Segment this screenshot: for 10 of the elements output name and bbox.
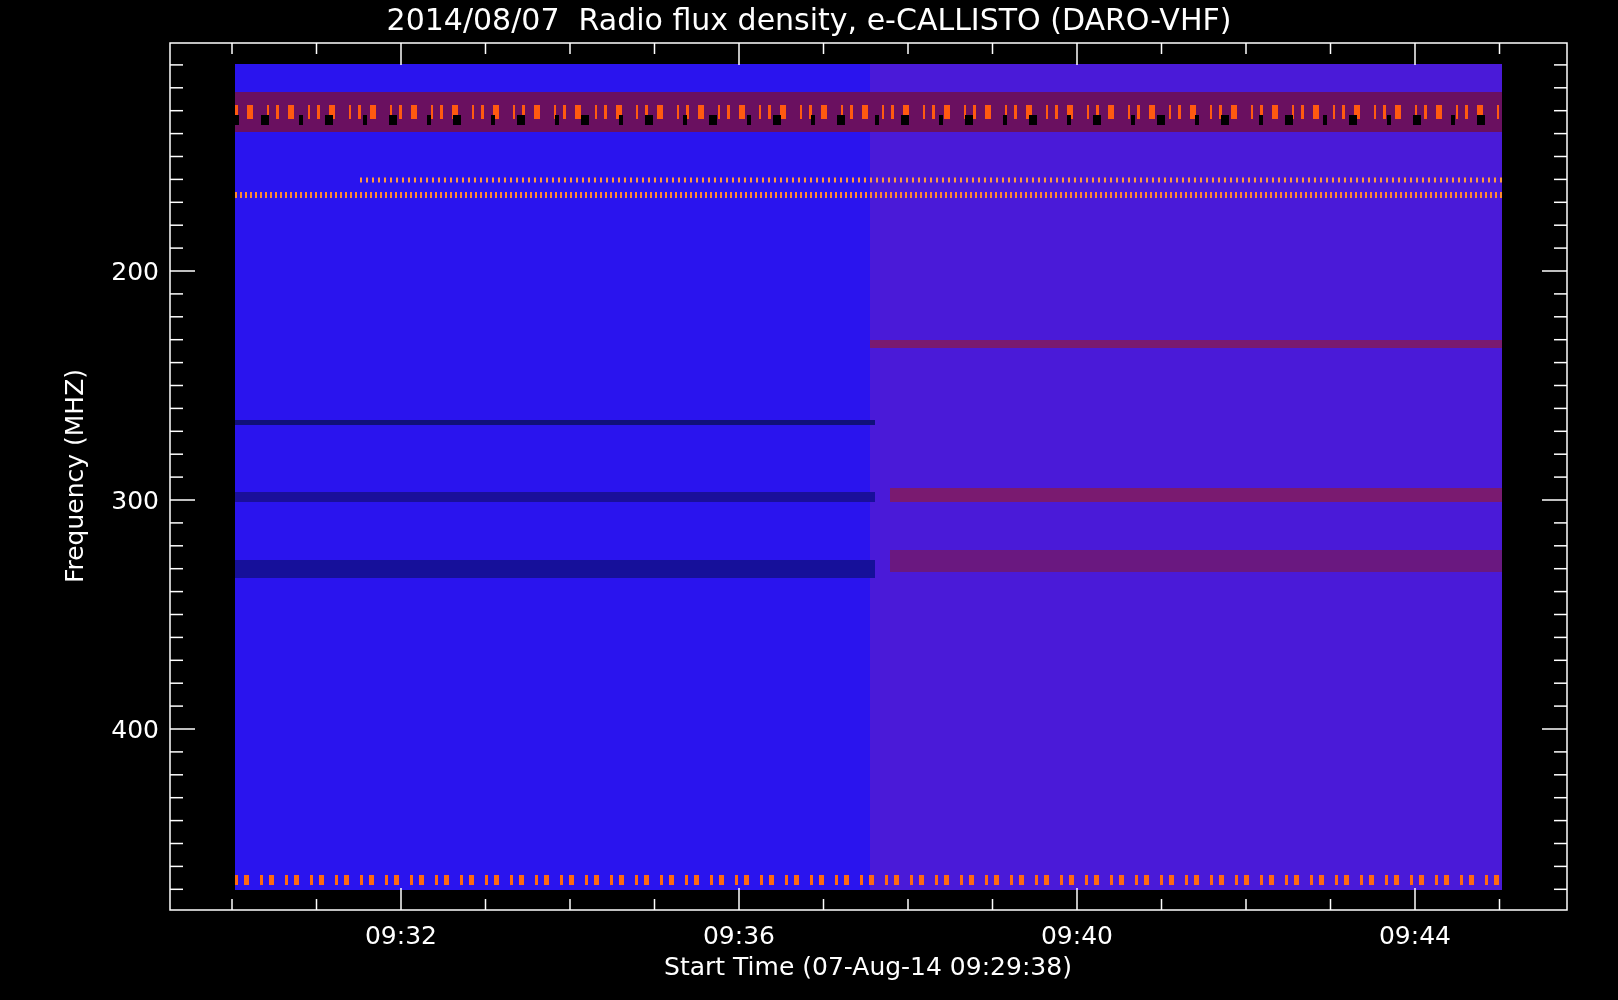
axis-title: Frequency (MHZ) bbox=[60, 368, 89, 584]
chart-title: 2014/08/07 Radio flux density, e-CALLISTO (DARO-VHF) bbox=[386, 2, 1232, 37]
tick-label: 300 bbox=[111, 486, 159, 515]
tick-label: 400 bbox=[111, 715, 159, 744]
tick-label: 09:40 bbox=[1041, 921, 1113, 950]
tick-label: 09:36 bbox=[703, 921, 775, 950]
tick-label: 200 bbox=[111, 257, 159, 286]
tick-label: 09:44 bbox=[1379, 921, 1451, 950]
tick-label: 09:32 bbox=[365, 921, 437, 950]
axis-title: Start Time (07-Aug-14 09:29:38) bbox=[664, 952, 1072, 981]
